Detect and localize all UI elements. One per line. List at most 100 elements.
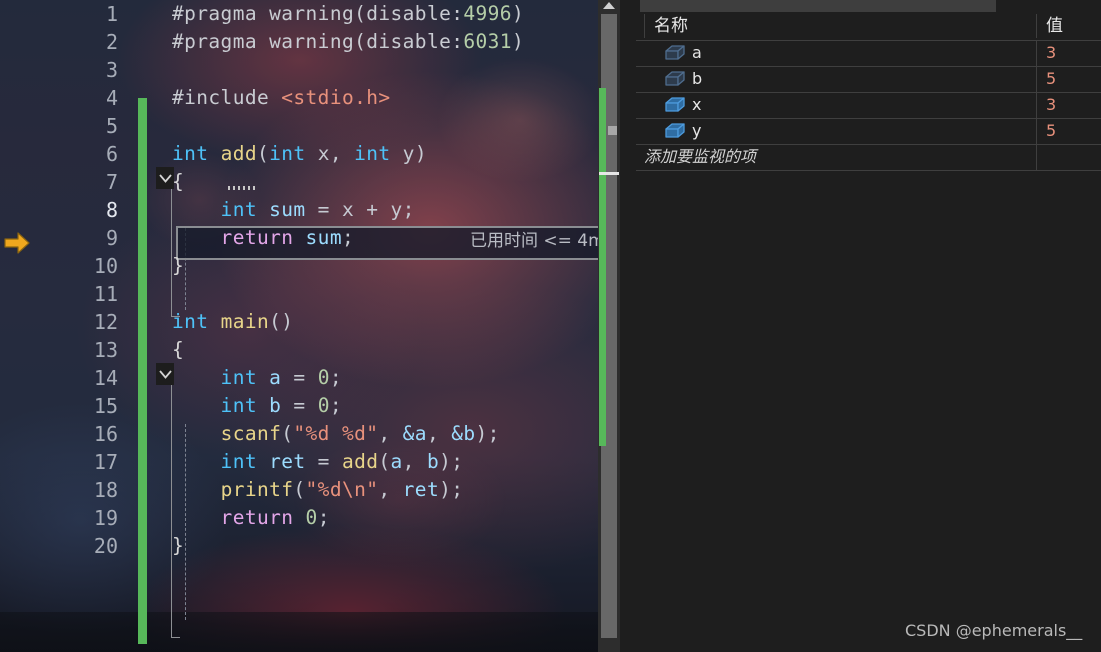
code-token: x xyxy=(341,198,355,221)
code-editor[interactable]: 1 2 3 4 5 6 7 8 9 10 11 12 13 14 15 16 17 18 19 20 #pragma … xyxy=(0,0,636,652)
column-separator-value[interactable] xyxy=(1036,14,1037,38)
code-token: ); xyxy=(439,450,464,473)
code-token: , xyxy=(378,422,403,445)
code-token: sum xyxy=(305,226,342,249)
watch-add-item-row[interactable]: 添加要监视的项 xyxy=(636,144,1101,171)
code-line[interactable]: return 0; xyxy=(172,504,330,532)
code-token: main xyxy=(220,310,270,333)
code-token: , xyxy=(378,478,403,501)
code-token: ) xyxy=(414,142,427,165)
code-token: = xyxy=(281,366,318,389)
watch-variable-name: y xyxy=(692,121,702,140)
code-token: x xyxy=(317,142,330,165)
code-line[interactable]: #pragma warning(disable:4996) xyxy=(172,0,524,28)
code-line[interactable]: return sum; xyxy=(172,224,354,252)
code-token: a xyxy=(269,366,282,389)
column-header-value[interactable]: 值 xyxy=(1046,12,1063,40)
code-token: y xyxy=(390,198,403,221)
column-separator-left[interactable] xyxy=(644,14,645,38)
code-token: <stdio.h> xyxy=(281,86,391,109)
code-token: int xyxy=(172,142,221,165)
watch-panel: 名称 值 a3b5x3y5 添加要监视的项 xyxy=(636,0,1101,652)
code-token: 0 xyxy=(317,366,330,389)
code-token: ; xyxy=(329,394,342,417)
code-token: ( xyxy=(378,450,391,473)
code-token: ; xyxy=(329,366,342,389)
row-column-separator xyxy=(1036,40,1037,66)
code-token: ) xyxy=(511,30,525,53)
watch-variable-name: a xyxy=(692,43,702,62)
code-text-layer[interactable]: #pragma warning(disable:4996) #pragma war… xyxy=(0,0,636,652)
code-line[interactable]: int a = 0; xyxy=(172,364,342,392)
column-header-name[interactable]: 名称 xyxy=(654,12,688,40)
code-token: ; xyxy=(341,226,355,249)
watch-row[interactable]: b5 xyxy=(636,66,1101,93)
watch-add-placeholder: 添加要监视的项 xyxy=(644,147,757,166)
watch-variable-value: 3 xyxy=(1046,95,1057,114)
code-token: = xyxy=(305,198,342,221)
code-token: int xyxy=(172,198,270,221)
code-line[interactable]: int sum = x + y; xyxy=(172,196,415,224)
code-line[interactable]: #include <stdio.h> xyxy=(172,84,391,112)
code-token: } xyxy=(172,534,185,557)
addrow-column-separator xyxy=(1036,144,1037,170)
watch-row[interactable]: x3 xyxy=(636,92,1101,119)
code-token: int xyxy=(269,142,318,165)
variable-box-icon xyxy=(665,71,685,86)
code-token: sum xyxy=(269,198,306,221)
elapsed-time-annotation: 已用时间 <= 4m xyxy=(470,231,605,251)
code-token: b xyxy=(269,394,282,417)
code-token: &b xyxy=(451,422,476,445)
code-line[interactable]: { xyxy=(172,168,184,196)
code-token: ; xyxy=(317,506,330,529)
code-token: ( xyxy=(293,478,306,501)
code-line[interactable]: int add(int x, int y) xyxy=(172,140,427,168)
editor-right-edge xyxy=(620,0,636,652)
code-token: int xyxy=(172,310,221,333)
variable-box-icon xyxy=(665,123,685,138)
watermark-text: CSDN @ephemerals__ xyxy=(905,621,1083,640)
code-token: printf xyxy=(220,478,294,501)
code-token: + xyxy=(354,198,391,221)
code-token: int xyxy=(172,366,270,389)
code-line[interactable]: scanf("%d %d", &a, &b); xyxy=(172,420,500,448)
scrollbar-annotation-marker xyxy=(608,126,617,135)
code-line[interactable]: } xyxy=(172,532,184,560)
watch-variable-value: 3 xyxy=(1046,43,1057,62)
row-column-separator xyxy=(1036,66,1037,92)
scroll-up-arrow-icon[interactable] xyxy=(603,2,615,9)
watch-row[interactable]: a3 xyxy=(636,40,1101,67)
code-line[interactable]: int b = 0; xyxy=(172,392,342,420)
code-token: , xyxy=(426,422,452,445)
code-token: = xyxy=(281,394,318,417)
code-token: scanf xyxy=(220,422,282,445)
code-line[interactable]: int ret = add(a, b); xyxy=(172,448,463,476)
code-token: 0 xyxy=(317,394,330,417)
code-line[interactable]: } xyxy=(172,252,184,280)
code-token: ); xyxy=(475,422,500,445)
code-token: } xyxy=(172,254,185,277)
code-token: "%d %d" xyxy=(293,422,379,445)
code-token: add xyxy=(220,142,257,165)
code-token: #include xyxy=(172,86,282,109)
code-line[interactable]: #pragma warning(disable:6031) xyxy=(172,28,524,56)
code-token: #pragma warning(disable: xyxy=(172,30,464,53)
code-token: int xyxy=(172,450,270,473)
scrollbar-caret-marker xyxy=(599,172,619,175)
code-token: ); xyxy=(439,478,464,501)
editor-vertical-scrollbar[interactable] xyxy=(598,0,620,652)
watch-row[interactable]: y5 xyxy=(636,118,1101,145)
code-line[interactable]: int main() xyxy=(172,308,293,336)
watch-variable-name: b xyxy=(692,69,703,88)
watch-horizontal-scrollbar[interactable] xyxy=(640,0,996,12)
code-line[interactable]: printf("%d\n", ret); xyxy=(172,476,463,504)
code-token: ; xyxy=(402,198,415,221)
code-token: return xyxy=(172,226,306,249)
code-token: return xyxy=(172,506,306,529)
code-token: 0 xyxy=(305,506,318,529)
row-column-separator xyxy=(1036,92,1037,118)
variable-box-icon xyxy=(665,45,685,60)
code-line[interactable]: { xyxy=(172,336,184,364)
